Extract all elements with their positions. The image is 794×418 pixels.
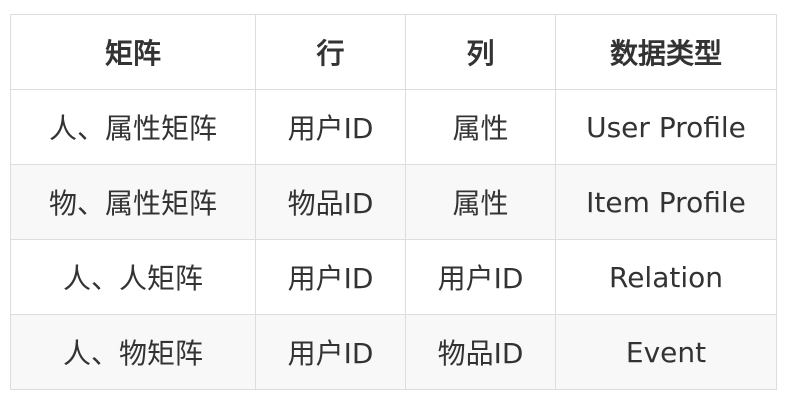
cell-data-type: Item Profile: [555, 164, 777, 240]
table-row: 人、物矩阵 用户ID 物品ID Event: [10, 314, 777, 390]
table-row: 人、人矩阵 用户ID 用户ID Relation: [10, 239, 777, 315]
cell-matrix: 人、人矩阵: [10, 239, 256, 315]
cell-data-type: User Profile: [555, 89, 777, 165]
table-row: 物、属性矩阵 物品ID 属性 Item Profile: [10, 164, 777, 240]
cell-column: 属性: [405, 89, 556, 165]
cell-column: 用户ID: [405, 239, 556, 315]
cell-matrix: 人、物矩阵: [10, 314, 256, 390]
cell-row: 用户ID: [255, 314, 406, 390]
cell-data-type: Event: [555, 314, 777, 390]
cell-data-type: Relation: [555, 239, 777, 315]
matrix-data-table: 矩阵 行 列 数据类型 人、属性矩阵 用户ID 属性 User Profile …: [10, 14, 777, 390]
cell-column: 属性: [405, 164, 556, 240]
header-row: 行: [255, 14, 406, 90]
cell-row: 用户ID: [255, 89, 406, 165]
cell-matrix: 物、属性矩阵: [10, 164, 256, 240]
table-row: 人、属性矩阵 用户ID 属性 User Profile: [10, 89, 777, 165]
header-data-type: 数据类型: [555, 14, 777, 90]
table-header-row: 矩阵 行 列 数据类型: [10, 14, 777, 90]
cell-matrix: 人、属性矩阵: [10, 89, 256, 165]
header-column: 列: [405, 14, 556, 90]
cell-column: 物品ID: [405, 314, 556, 390]
cell-row: 物品ID: [255, 164, 406, 240]
header-matrix: 矩阵: [10, 14, 256, 90]
cell-row: 用户ID: [255, 239, 406, 315]
